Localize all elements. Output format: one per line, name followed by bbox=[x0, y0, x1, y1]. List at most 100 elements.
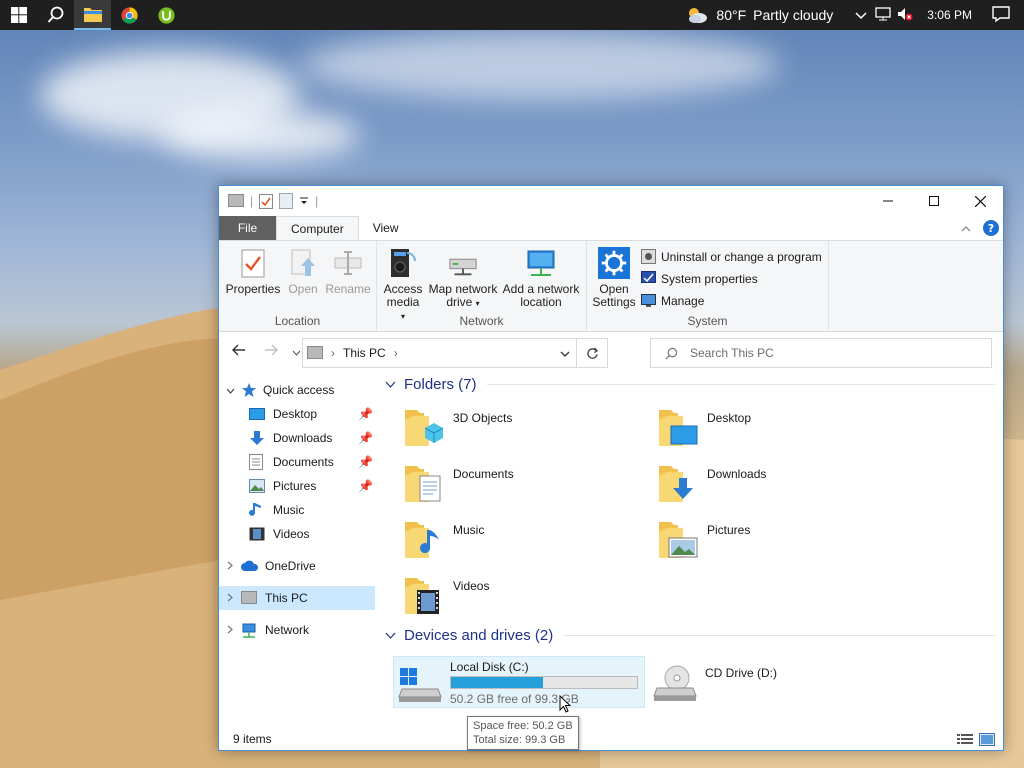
map-network-drive-button[interactable]: Map network drive ▾ bbox=[427, 247, 499, 310]
taskbar-utorrent[interactable] bbox=[148, 0, 185, 30]
windows-drive-icon bbox=[398, 668, 442, 702]
folders-section-header[interactable]: Folders (7) bbox=[385, 376, 995, 393]
maximize-button[interactable] bbox=[911, 186, 957, 216]
ribbon-tabs: File Computer View ? bbox=[219, 216, 1003, 240]
nav-desktop[interactable]: Desktop 📌 bbox=[249, 402, 377, 426]
search-box[interactable]: Search This PC bbox=[650, 338, 992, 368]
nav-videos[interactable]: Videos bbox=[249, 522, 377, 546]
nav-music-label: Music bbox=[273, 503, 305, 517]
pin-icon[interactable]: 📌 bbox=[358, 431, 373, 445]
desktop-icon bbox=[249, 408, 265, 420]
large-icons-view-icon[interactable] bbox=[979, 732, 995, 746]
details-view-icon[interactable] bbox=[957, 733, 973, 746]
access-media-button[interactable]: Access media ▾ bbox=[383, 247, 423, 323]
mouse-cursor-icon bbox=[559, 695, 571, 713]
nav-quick-access[interactable]: Quick access bbox=[219, 378, 377, 402]
help-icon[interactable]: ? bbox=[983, 220, 999, 236]
pin-icon[interactable]: 📌 bbox=[358, 407, 373, 421]
film-icon bbox=[249, 527, 265, 541]
nav-documents[interactable]: Documents 📌 bbox=[249, 450, 377, 474]
nav-network[interactable]: Network bbox=[219, 618, 377, 642]
add-network-location-button[interactable]: Add a network location bbox=[501, 247, 581, 309]
breadcrumb-this-pc[interactable]: This PC bbox=[343, 346, 386, 360]
folder-documents[interactable]: Documents bbox=[403, 462, 514, 504]
devices-header-label: Devices and drives (2) bbox=[404, 627, 554, 644]
tab-view[interactable]: View bbox=[359, 216, 413, 240]
properties-icon bbox=[241, 249, 265, 278]
folder-pictures[interactable]: Pictures bbox=[657, 518, 750, 560]
network-icon[interactable] bbox=[875, 6, 891, 24]
navigation-pane: Quick access Desktop 📌 Downloads 📌 Docum… bbox=[219, 374, 377, 726]
folder-pictures-icon bbox=[659, 522, 698, 558]
nav-downloads-label: Downloads bbox=[273, 431, 333, 445]
folder-label: Downloads bbox=[707, 467, 767, 481]
cd-drive-icon bbox=[653, 665, 697, 701]
status-bar: 9 items bbox=[219, 728, 1003, 750]
nav-downloads[interactable]: Downloads 📌 bbox=[249, 426, 377, 450]
open-settings-button[interactable]: Open Settings bbox=[591, 247, 637, 309]
this-pc-icon bbox=[228, 194, 244, 207]
taskbar-chrome[interactable] bbox=[111, 0, 148, 30]
nav-network-label: Network bbox=[265, 623, 310, 637]
pin-icon[interactable]: 📌 bbox=[358, 455, 373, 469]
nav-this-pc-label: This PC bbox=[265, 591, 308, 605]
customize-qat-icon[interactable] bbox=[299, 196, 309, 206]
search-button[interactable] bbox=[37, 0, 74, 30]
weather-widget[interactable]: 80°F Partly cloudy bbox=[685, 5, 833, 25]
content-pane: Folders (7) 3D Objects Desktop Documents… bbox=[381, 374, 1001, 726]
svg-text:?: ? bbox=[988, 222, 994, 235]
folder-music[interactable]: Music bbox=[403, 518, 484, 560]
rename-icon bbox=[334, 251, 362, 275]
music-note-icon bbox=[249, 503, 261, 516]
notifications-icon[interactable] bbox=[992, 5, 1010, 25]
add-location-label-2: location bbox=[520, 295, 562, 309]
address-dropdown-icon[interactable] bbox=[560, 346, 570, 360]
chevron-down-icon[interactable] bbox=[219, 383, 241, 397]
uninstall-program-button[interactable]: Uninstall or change a program bbox=[641, 249, 822, 264]
drive-c-name: Local Disk (C:) bbox=[450, 660, 529, 674]
nav-pictures[interactable]: Pictures 📌 bbox=[249, 474, 377, 498]
search-placeholder: Search This PC bbox=[690, 346, 774, 360]
tab-computer[interactable]: Computer bbox=[276, 216, 359, 240]
close-button[interactable] bbox=[957, 186, 1003, 216]
devices-section-header[interactable]: Devices and drives (2) bbox=[385, 627, 995, 644]
nav-onedrive[interactable]: OneDrive bbox=[219, 554, 377, 578]
folder-videos-icon bbox=[405, 578, 439, 614]
drive-d[interactable]: CD Drive (D:) bbox=[649, 656, 869, 708]
properties-check-icon[interactable] bbox=[259, 193, 274, 209]
minimize-button[interactable] bbox=[865, 186, 911, 216]
open-settings-label-2: Settings bbox=[592, 295, 636, 309]
folder-3d-objects[interactable]: 3D Objects bbox=[403, 406, 512, 448]
clock[interactable]: 3:06 PM bbox=[927, 8, 972, 22]
manage-button[interactable]: Manage bbox=[641, 293, 704, 308]
chevron-right-icon[interactable] bbox=[219, 559, 241, 573]
volume-muted-icon[interactable] bbox=[897, 7, 913, 24]
system-properties-button[interactable]: System properties bbox=[641, 271, 758, 286]
chevron-right-icon[interactable] bbox=[219, 623, 241, 637]
pin-icon[interactable]: 📌 bbox=[358, 479, 373, 493]
nav-videos-label: Videos bbox=[273, 527, 310, 541]
address-bar[interactable]: › This PC › bbox=[302, 338, 608, 368]
chevron-up-icon[interactable] bbox=[855, 7, 867, 23]
forward-arrow-icon[interactable] bbox=[259, 343, 283, 359]
properties-button[interactable]: Properties bbox=[225, 247, 281, 296]
open-button[interactable]: Open bbox=[285, 247, 321, 296]
recent-locations-icon[interactable] bbox=[291, 343, 301, 359]
new-folder-icon[interactable] bbox=[279, 193, 294, 209]
start-button[interactable] bbox=[0, 0, 37, 30]
folder-desktop[interactable]: Desktop bbox=[657, 406, 751, 448]
folder-videos[interactable]: Videos bbox=[403, 574, 489, 616]
rename-button[interactable]: Rename bbox=[323, 247, 373, 296]
folder-label: Pictures bbox=[707, 523, 751, 537]
settings-gear-icon bbox=[598, 247, 630, 279]
drive-c[interactable]: Local Disk (C:) 50.2 GB free of 99.3 GB bbox=[393, 656, 645, 708]
nav-this-pc[interactable]: This PC bbox=[219, 586, 375, 610]
refresh-icon[interactable] bbox=[577, 346, 607, 360]
nav-music[interactable]: Music bbox=[249, 498, 377, 522]
taskbar-file-explorer[interactable] bbox=[74, 0, 111, 30]
tab-file[interactable]: File bbox=[219, 216, 276, 240]
back-arrow-icon[interactable] bbox=[227, 343, 251, 359]
collapse-ribbon-icon[interactable] bbox=[961, 225, 971, 232]
chevron-right-icon[interactable] bbox=[219, 591, 241, 605]
folder-downloads[interactable]: Downloads bbox=[657, 462, 766, 504]
